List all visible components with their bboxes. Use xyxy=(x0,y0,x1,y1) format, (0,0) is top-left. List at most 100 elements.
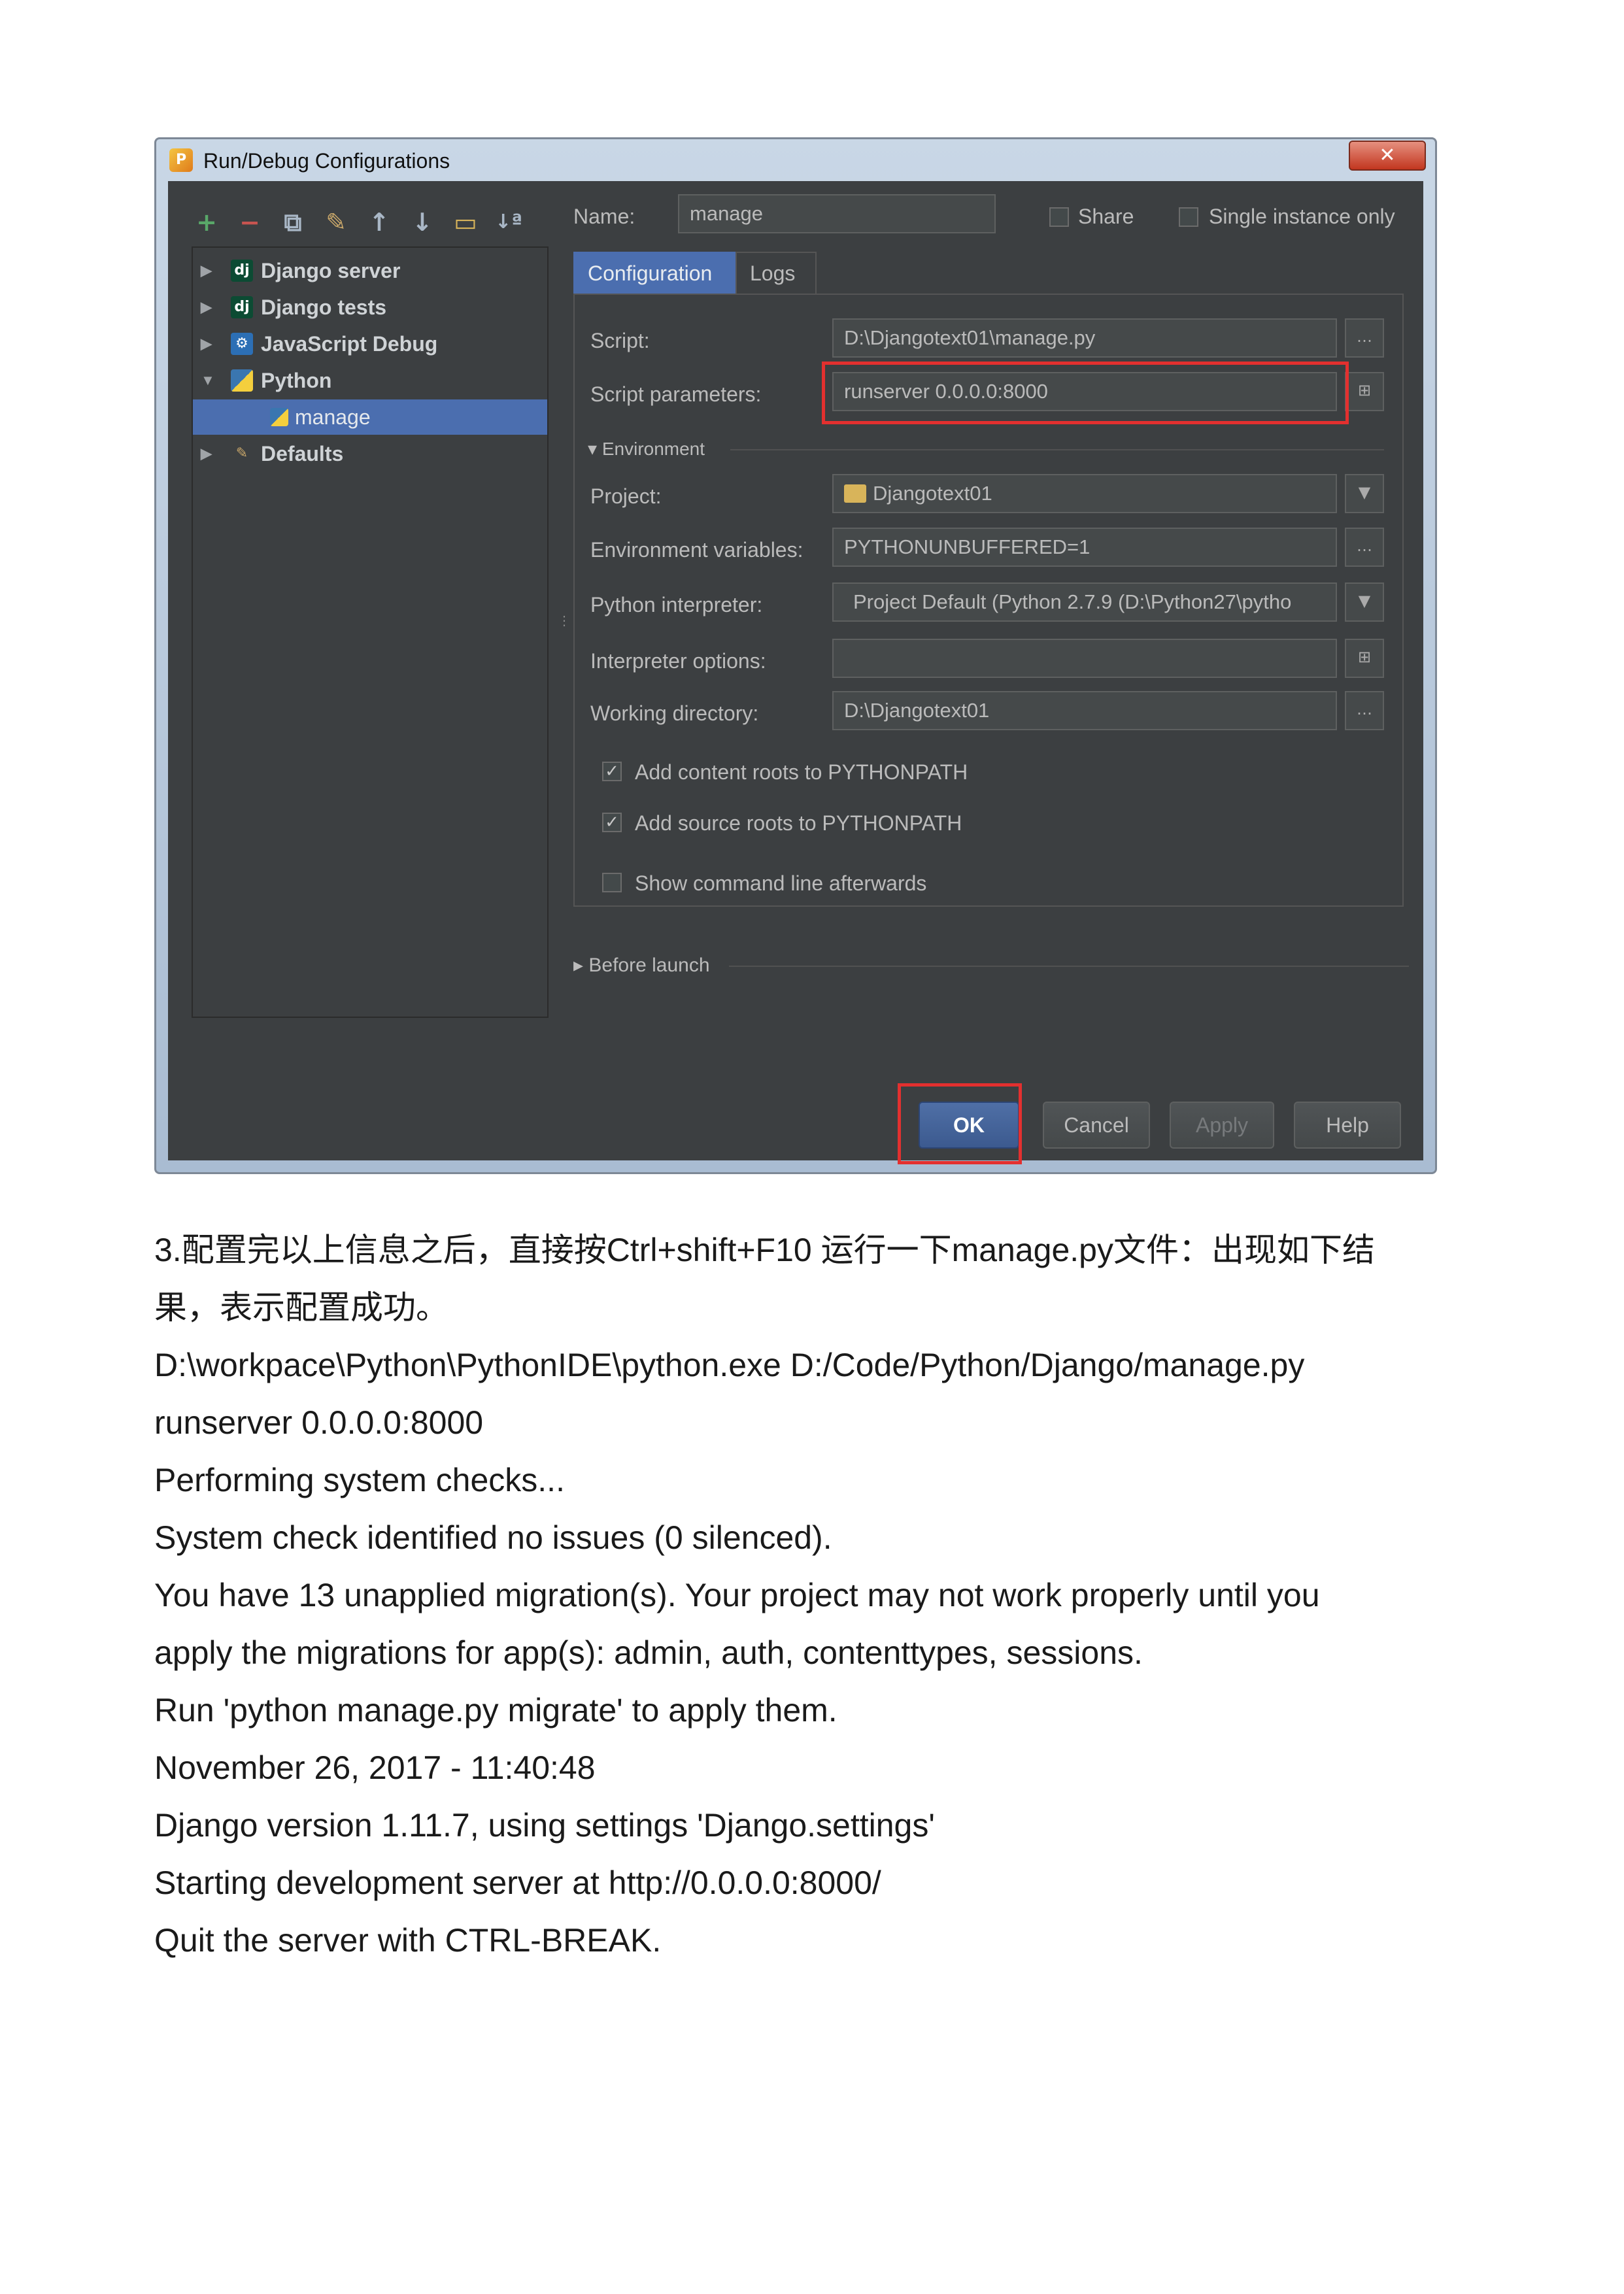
tree-item-label: JavaScript Debug xyxy=(261,332,438,356)
text-line: 3.配置完以上信息之后，直接按Ctrl+shift+F10 运行一下manage… xyxy=(154,1232,1375,1268)
cancel-button[interactable]: Cancel xyxy=(1043,1102,1150,1149)
plus-icon[interactable]: + xyxy=(192,207,222,237)
environment-label: Environment xyxy=(601,439,705,459)
show-command-line-checkbox[interactable] xyxy=(602,873,622,892)
minus-icon[interactable]: − xyxy=(235,207,265,237)
expand-arrow-icon: ▸ xyxy=(573,954,589,976)
share-label: Share xyxy=(1078,205,1134,228)
highlight-box-script-parameters xyxy=(822,362,1349,424)
text-line: November 26, 2017 - 11:40:48 xyxy=(154,1749,596,1786)
config-tree: ▶ dj Django server ▶ dj Django tests ▶ ⚙… xyxy=(192,246,549,1018)
config-toolbar: + − ⧉ ✎ ↑ ↓ ▭ ↓ª xyxy=(192,206,524,239)
project-folder-icon xyxy=(844,484,866,503)
expand-arrow-icon[interactable]: ▶ xyxy=(201,326,212,362)
name-input[interactable]: manage xyxy=(678,194,996,233)
expand-arrow-icon[interactable]: ▶ xyxy=(201,436,212,471)
single-instance-checkbox[interactable] xyxy=(1179,207,1198,227)
copy-icon[interactable]: ⧉ xyxy=(278,207,308,237)
js-debug-icon: ⚙ xyxy=(231,333,253,355)
text-line: Run 'python manage.py migrate' to apply … xyxy=(154,1692,837,1729)
text-line: You have 13 unapplied migration(s). Your… xyxy=(154,1577,1320,1613)
expand-field-icon[interactable]: ⊞ xyxy=(1345,372,1384,411)
text-line: Starting development server at http://0.… xyxy=(154,1864,881,1901)
text-line: Django version 1.11.7, using settings 'D… xyxy=(154,1807,935,1844)
pycharm-icon: P xyxy=(169,148,193,172)
tree-item-manage[interactable]: manage xyxy=(193,399,547,435)
text-line: 果，表示配置成功。 xyxy=(154,1289,448,1326)
project-value: Djangotext01 xyxy=(873,482,992,505)
project-select[interactable]: Djangotext01 xyxy=(832,474,1337,513)
text-line: System check identified no issues (0 sil… xyxy=(154,1519,832,1556)
sort-icon[interactable]: ↓ª xyxy=(494,207,524,237)
text-line: Performing system checks... xyxy=(154,1462,565,1498)
apply-button[interactable]: Apply xyxy=(1170,1102,1274,1149)
folder-icon[interactable]: ▭ xyxy=(450,207,481,237)
tree-item-defaults[interactable]: ▶ ✎ Defaults xyxy=(193,436,547,471)
python-icon xyxy=(270,408,288,426)
tree-item-django-server[interactable]: ▶ dj Django server xyxy=(193,253,547,288)
browse-directory-button[interactable]: … xyxy=(1345,691,1384,730)
dialog-title: Run/Debug Configurations xyxy=(203,149,450,173)
interpreter-options-input[interactable] xyxy=(832,639,1337,678)
django-icon: dj xyxy=(231,260,253,282)
python-icon xyxy=(231,369,253,392)
tree-item-label: Defaults xyxy=(261,442,344,465)
tab-logs[interactable]: Logs xyxy=(736,252,817,295)
environment-variables-input[interactable]: PYTHONUNBUFFERED=1 xyxy=(832,528,1337,567)
run-debug-dialog: P Run/Debug Configurations ✕ + − ⧉ ✎ ↑ ↓… xyxy=(154,137,1437,1174)
dialog-titlebar[interactable]: P Run/Debug Configurations ✕ xyxy=(156,139,1435,181)
document-text: 3.配置完以上信息之后，直接按Ctrl+shift+F10 运行一下manage… xyxy=(154,1221,1475,1969)
text-line: D:\workpace\Python\PythonIDE\python.exe … xyxy=(154,1347,1305,1383)
browse-script-button[interactable]: … xyxy=(1345,318,1384,358)
add-source-roots-label: Add source roots to PYTHONPATH xyxy=(635,811,962,835)
text-line: apply the migrations for app(s): admin, … xyxy=(154,1634,1143,1671)
tree-item-label: Python xyxy=(261,369,332,392)
environment-divider xyxy=(730,449,1384,450)
wrench-icon[interactable]: ✎ xyxy=(321,207,351,237)
single-instance-label: Single instance only xyxy=(1209,205,1395,228)
text-line: runserver 0.0.0.0:8000 xyxy=(154,1404,484,1441)
wrench-icon: ✎ xyxy=(235,445,248,462)
working-directory-label: Working directory: xyxy=(590,701,759,725)
python-interpreter-label: Python interpreter: xyxy=(590,593,763,616)
environment-section-label[interactable]: ▾ Environment xyxy=(588,436,705,462)
edit-env-vars-button[interactable]: … xyxy=(1345,528,1384,567)
expand-arrow-icon[interactable]: ▶ xyxy=(201,253,212,288)
tree-item-label: Django tests xyxy=(261,295,387,319)
add-source-roots-checkbox[interactable]: ✓ xyxy=(602,813,622,832)
interpreter-options-label: Interpreter options: xyxy=(590,649,766,673)
before-launch-label: Before launch xyxy=(588,954,710,976)
collapse-arrow-icon[interactable]: ▼ xyxy=(201,363,215,398)
tree-item-django-tests[interactable]: ▶ dj Django tests xyxy=(193,290,547,325)
before-launch-section[interactable]: ▸ Before launch xyxy=(573,953,710,979)
dialog-content: + − ⧉ ✎ ↑ ↓ ▭ ↓ª ▶ dj Django server ▶ dj… xyxy=(168,181,1423,1164)
chevron-down-icon[interactable]: ▼ xyxy=(1345,474,1384,513)
tree-item-label: Django server xyxy=(261,259,401,282)
tab-configuration[interactable]: Configuration xyxy=(573,252,737,295)
add-content-roots-checkbox[interactable]: ✓ xyxy=(602,762,622,781)
django-icon: dj xyxy=(231,296,253,318)
working-directory-input[interactable]: D:\Djangotext01 xyxy=(832,691,1337,730)
expand-field-icon[interactable]: ⊞ xyxy=(1345,639,1384,678)
expand-arrow-icon[interactable]: ▶ xyxy=(201,290,212,325)
environment-variables-label: Environment variables: xyxy=(590,538,804,562)
add-content-roots-label: Add content roots to PYTHONPATH xyxy=(635,760,968,784)
splitter-handle[interactable]: ⋮ xyxy=(558,613,571,639)
script-parameters-label: Script parameters: xyxy=(590,382,762,406)
tree-item-python[interactable]: ▼ Python xyxy=(193,363,547,398)
script-input[interactable]: D:\Djangotext01\manage.py xyxy=(832,318,1337,358)
arrow-down-icon[interactable]: ↓ xyxy=(407,207,437,237)
collapse-arrow-icon: ▾ xyxy=(588,439,602,459)
script-label: Script: xyxy=(590,329,650,352)
share-checkbox[interactable] xyxy=(1049,207,1069,227)
chevron-down-icon[interactable]: ▼ xyxy=(1345,582,1384,622)
python-interpreter-select[interactable]: Project Default (Python 2.7.9 (D:\Python… xyxy=(832,582,1337,622)
arrow-up-icon[interactable]: ↑ xyxy=(364,207,394,237)
highlight-box-ok xyxy=(898,1083,1022,1164)
help-button[interactable]: Help xyxy=(1294,1102,1401,1149)
tree-item-label: manage xyxy=(295,405,371,429)
close-button[interactable]: ✕ xyxy=(1349,141,1426,171)
show-command-line-label: Show command line afterwards xyxy=(635,871,927,895)
before-launch-divider xyxy=(729,966,1409,967)
tree-item-javascript-debug[interactable]: ▶ ⚙ JavaScript Debug xyxy=(193,326,547,362)
